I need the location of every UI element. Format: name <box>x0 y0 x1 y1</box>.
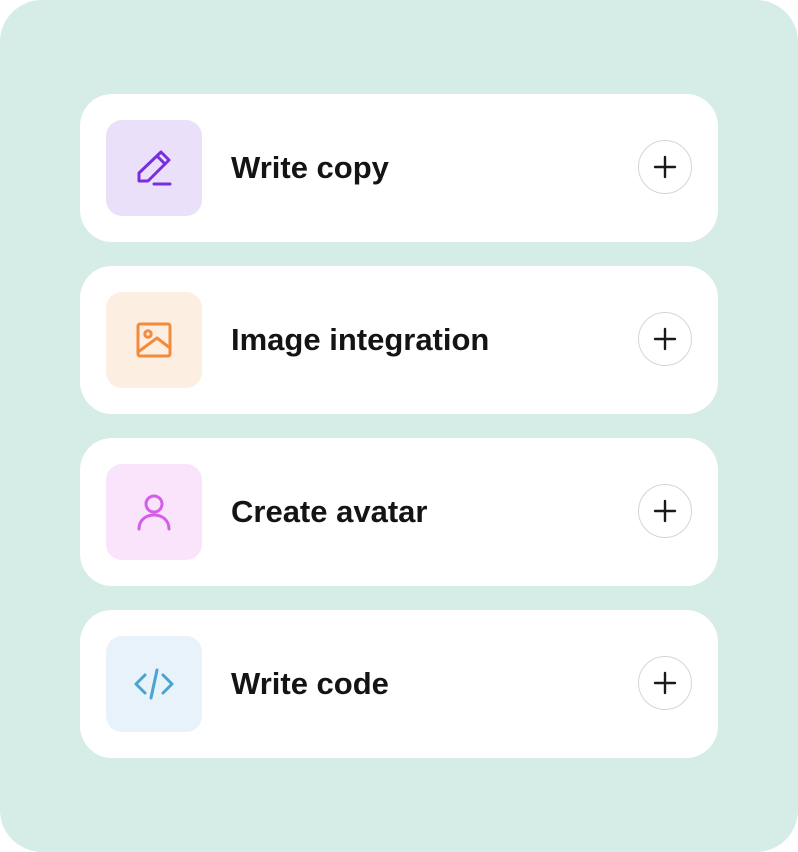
action-card-create-avatar[interactable]: Create avatar <box>80 438 718 586</box>
pencil-icon <box>137 150 172 186</box>
action-label: Write copy <box>231 150 389 185</box>
action-card-write-copy[interactable]: Write copy <box>80 94 718 242</box>
action-card-image-integration[interactable]: Image integration <box>80 266 718 414</box>
action-card-write-code[interactable]: Write code <box>80 610 718 758</box>
code-icon <box>134 668 174 700</box>
action-icon-tile <box>106 120 202 216</box>
action-icon-tile <box>106 464 202 560</box>
plus-icon <box>653 327 677 351</box>
plus-icon <box>653 671 677 695</box>
action-icon-tile <box>106 292 202 388</box>
plus-icon <box>653 155 677 179</box>
add-image-integration-button[interactable] <box>638 312 692 366</box>
add-write-code-button[interactable] <box>638 656 692 710</box>
user-icon <box>137 494 171 531</box>
action-icon-tile <box>106 636 202 732</box>
add-create-avatar-button[interactable] <box>638 484 692 538</box>
image-icon <box>136 322 172 358</box>
actions-panel: Write copy Image integration Create avat… <box>0 0 798 852</box>
add-write-copy-button[interactable] <box>638 140 692 194</box>
action-list: Write copy Image integration Create avat… <box>80 94 718 758</box>
action-label: Write code <box>231 666 389 701</box>
action-label: Image integration <box>231 322 490 357</box>
action-label: Create avatar <box>231 494 428 529</box>
plus-icon <box>653 499 677 523</box>
